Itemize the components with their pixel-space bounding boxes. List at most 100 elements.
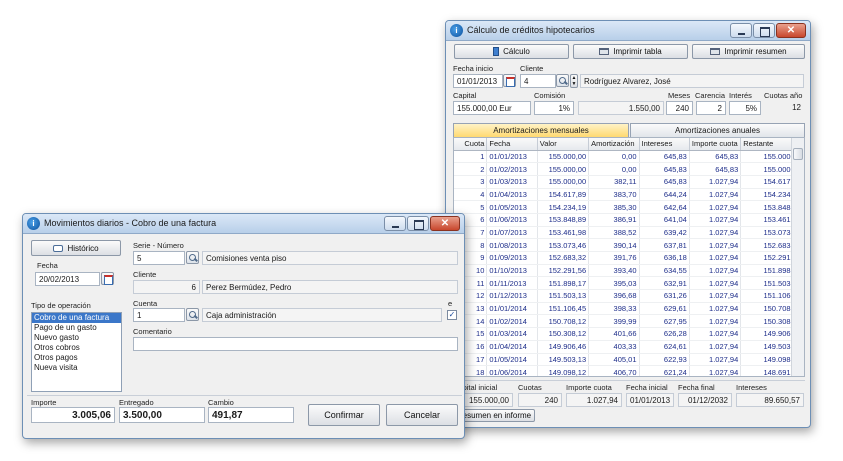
table-row[interactable]: 5 01/05/2013 154.234,19 385,30 642,64 1.027,9… — [454, 200, 804, 214]
table-row[interactable]: 13 01/01/2014 151.106,45 398,33 629,61 1.027,… — [454, 302, 804, 316]
cell-intereses: 645,83 — [639, 175, 690, 189]
cell-importe-cuota: 1.027,94 — [689, 327, 742, 341]
meses-field[interactable]: 240 — [666, 101, 693, 115]
cell-intereses: 621,24 — [639, 365, 690, 376]
app-icon: i — [27, 217, 40, 230]
tipo-operacion-item[interactable]: Pago de un gasto — [32, 323, 121, 333]
amortization-table[interactable]: Cuota Fecha Valor Amortización Intereses… — [453, 137, 805, 377]
importe-field[interactable]: 3.005,06 — [31, 407, 115, 423]
carencia-field[interactable]: 2 — [696, 101, 726, 115]
minimize-button[interactable] — [730, 23, 752, 38]
cell-importe-cuota: 1.027,94 — [689, 340, 742, 354]
col-importe-cuota[interactable]: Importe cuota — [689, 138, 742, 151]
tab-anuales[interactable]: Amortizaciones anuales — [630, 123, 805, 137]
cell-amortizacion: 0,00 — [588, 150, 640, 164]
cell-fecha: 01/12/2013 — [486, 289, 538, 303]
entregado-field[interactable]: 3.500,00 — [119, 407, 205, 423]
cell-valor: 149.503,13 — [537, 353, 590, 367]
table-row[interactable]: 9 01/09/2013 152.683,32 391,76 636,18 1.027,9… — [454, 251, 804, 265]
table-scrollbar[interactable] — [791, 138, 804, 376]
search-icon[interactable] — [556, 74, 569, 87]
table-row[interactable]: 7 01/07/2013 153.461,98 388,52 639,42 1.027,9… — [454, 226, 804, 240]
table-row[interactable]: 11 01/11/2013 151.898,17 395,03 632,91 1.027,… — [454, 276, 804, 291]
close-button[interactable] — [430, 216, 460, 231]
maximize-button[interactable] — [753, 23, 775, 38]
col-fecha[interactable]: Fecha — [486, 138, 538, 151]
tipo-operacion-list[interactable]: Cobro de una factura Pago de un gasto Nuev… — [31, 312, 122, 392]
tab-mensuales[interactable]: Amortizaciones mensuales — [453, 123, 629, 137]
table-row[interactable]: 8 01/08/2013 153.073,46 390,14 637,81 1.027,9… — [454, 238, 804, 252]
comentario-field[interactable] — [133, 337, 458, 351]
entregado-label: Entregado — [119, 398, 154, 407]
calendar-icon[interactable] — [101, 272, 114, 285]
movimientos-titlebar[interactable]: i Movimientos diarios - Cobro de una fac… — [23, 214, 464, 234]
minimize-button[interactable] — [384, 216, 406, 231]
cuenta-desc: Caja administración — [202, 308, 442, 322]
table-row[interactable]: 10 01/10/2013 152.291,56 393,40 634,55 1.027,… — [454, 264, 804, 278]
cuotas-anio-field[interactable]: 12 — [764, 101, 804, 115]
fecha-inicio-field[interactable]: 01/01/2013 — [453, 74, 503, 88]
col-intereses[interactable]: Intereses — [639, 138, 690, 151]
table-row[interactable]: 17 01/05/2014 149.503,13 405,01 622,93 1.027,… — [454, 353, 804, 367]
printer-icon — [599, 48, 610, 55]
maximize-button[interactable] — [407, 216, 429, 231]
confirmar-button[interactable]: Confirmar — [308, 404, 380, 426]
tipo-operacion-item[interactable]: Nueva visita — [32, 363, 121, 373]
cell-importe-cuota: 1.027,94 — [689, 365, 742, 376]
tipo-operacion-label: Tipo de operación — [31, 301, 91, 310]
col-amortizacion[interactable]: Amortización — [588, 138, 640, 151]
cambio-field: 491,87 — [208, 407, 294, 423]
cell-intereses: 627,95 — [639, 314, 690, 329]
cliente-stepper[interactable]: ▲ ▼ — [570, 74, 578, 88]
historico-button[interactable]: Histórico — [31, 240, 121, 256]
cell-importe-cuota: 1.027,94 — [689, 213, 742, 227]
table-row[interactable]: 14 01/02/2014 150.708,12 399,99 627,95 1.027,… — [454, 314, 804, 329]
interes-field[interactable]: 5% — [729, 101, 761, 115]
cell-fecha: 01/04/2013 — [486, 188, 538, 202]
tipo-operacion-item[interactable]: Otros pagos — [32, 353, 121, 363]
cancelar-button[interactable]: Cancelar — [386, 404, 458, 426]
cell-fecha: 01/03/2014 — [486, 327, 538, 341]
col-cuota[interactable]: Cuota — [454, 138, 488, 151]
table-row[interactable]: 1 01/01/2013 155.000,00 0,00 645,83 645,83 155… — [454, 150, 804, 164]
comision-field[interactable]: 1% — [534, 101, 574, 115]
table-row[interactable]: 4 01/04/2013 154.617,89 383,70 644,24 1.027,9… — [454, 188, 804, 202]
table-row[interactable]: 18 01/06/2014 149.098,12 406,70 621,24 1.027,… — [454, 365, 804, 376]
close-button[interactable] — [776, 23, 806, 38]
tipo-operacion-item[interactable]: Otros cobros — [32, 343, 121, 353]
cell-importe-cuota: 1.027,94 — [689, 314, 742, 329]
imprimir-tabla-button[interactable]: Imprimir tabla — [573, 44, 688, 59]
table-row[interactable]: 6 01/06/2013 153.848,89 386,91 641,04 1.027,9… — [454, 213, 804, 227]
cell-intereses: 644,24 — [639, 188, 690, 202]
serie-field[interactable]: 5 — [133, 251, 185, 265]
tipo-operacion-item[interactable]: Nuevo gasto — [32, 333, 121, 343]
cell-valor: 155.000,00 — [537, 162, 590, 176]
resumen-informe-button[interactable]: Resumen en informe — [453, 409, 535, 422]
tipo-operacion-item[interactable]: Cobro de una factura — [32, 313, 121, 323]
table-row[interactable]: 3 01/03/2013 155.000,00 382,11 645,83 1.027,9… — [454, 175, 804, 189]
importe-label: Importe — [31, 398, 57, 407]
scrollbar-thumb[interactable] — [793, 148, 803, 160]
cuenta-checkbox[interactable]: ✓ — [447, 310, 457, 320]
cliente-label: Cliente — [520, 64, 544, 73]
capital-field[interactable]: 155.000,00 Eur — [453, 101, 531, 115]
cliente-code-field[interactable]: 4 — [520, 74, 556, 88]
table-row[interactable]: 12 01/12/2013 151.503,13 396,68 631,26 1.027,… — [454, 289, 804, 303]
search-icon[interactable] — [186, 308, 199, 321]
cell-valor: 149.906,46 — [537, 340, 590, 354]
cuenta-field[interactable]: 1 — [133, 308, 185, 322]
cell-intereses: 631,26 — [639, 289, 690, 303]
imprimir-resumen-button[interactable]: Imprimir resumen — [692, 44, 805, 59]
table-row[interactable]: 16 01/04/2014 149.906,46 403,33 624,61 1.027,… — [454, 340, 804, 354]
imprimir-tabla-label: Imprimir tabla — [613, 47, 662, 56]
table-row[interactable]: 2 01/02/2013 155.000,00 0,00 645,83 645,83 155… — [454, 162, 804, 176]
search-icon[interactable] — [186, 251, 199, 264]
calculo-button[interactable]: Cálculo — [454, 44, 569, 59]
cell-importe-cuota: 1.027,94 — [689, 175, 742, 189]
creditos-titlebar[interactable]: i Cálculo de créditos hipotecarios — [446, 21, 810, 41]
table-row[interactable]: 15 01/03/2014 150.308,12 401,66 626,28 1.027,… — [454, 327, 804, 341]
fecha-field[interactable]: 20/02/2013 — [35, 272, 100, 286]
calendar-icon[interactable] — [503, 74, 516, 87]
cell-valor: 151.106,45 — [537, 302, 590, 316]
col-valor[interactable]: Valor — [537, 138, 590, 151]
